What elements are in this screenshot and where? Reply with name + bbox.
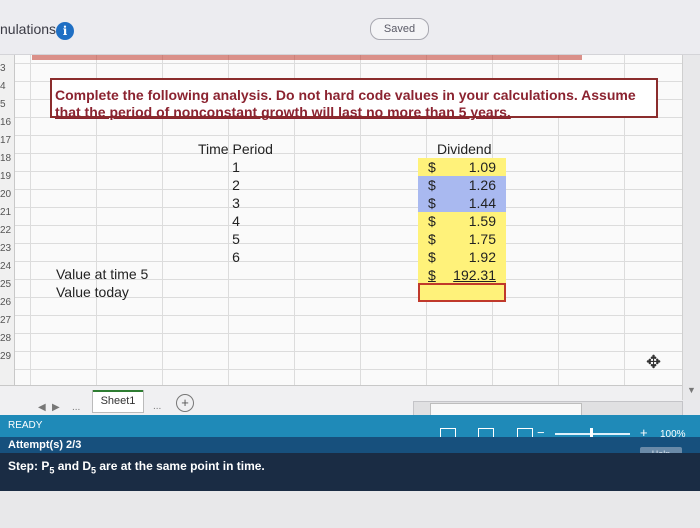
time-period-cell[interactable]: 3 — [221, 195, 251, 211]
currency-symbol: $ — [428, 177, 436, 193]
time-period-cell[interactable]: 2 — [221, 177, 251, 193]
currency-symbol: $ — [428, 267, 436, 283]
row-header[interactable]: 27 — [0, 315, 14, 326]
tab-more[interactable]: ... — [72, 402, 80, 413]
time-period-header[interactable]: Time Period — [198, 141, 273, 157]
currency-symbol: $ — [428, 249, 436, 265]
info-icon[interactable]: i — [56, 22, 74, 40]
row-headers: 3 4 5 16 17 18 19 20 21 22 23 24 25 26 2… — [0, 55, 15, 385]
currency-symbol: $ — [428, 159, 436, 175]
dividend-cell[interactable]: 1.09 — [450, 159, 496, 175]
row-header[interactable]: 16 — [0, 117, 14, 128]
app-title: nulations — [0, 21, 57, 37]
row-header[interactable]: 3 — [0, 63, 14, 74]
time-period-cell[interactable]: 1 — [221, 159, 251, 175]
dividend-header[interactable]: Dividend — [437, 141, 491, 157]
row-header[interactable]: 5 — [0, 99, 14, 110]
cursor-icon: ✥ — [646, 352, 662, 372]
row-header[interactable]: 17 — [0, 135, 14, 146]
instruction-line1: Complete the following analysis. Do not … — [55, 87, 636, 103]
row-header[interactable]: 4 — [0, 81, 14, 92]
dividend-cell[interactable]: 1.59 — [450, 213, 496, 229]
saved-badge: Saved — [370, 18, 429, 40]
dividend-cell[interactable]: 1.75 — [450, 231, 496, 247]
instruction-text: Complete the following analysis. Do not … — [55, 87, 655, 121]
add-sheet-icon[interactable]: + — [176, 394, 194, 412]
horizontal-scrollbar[interactable] — [413, 401, 683, 416]
value-at-time5-cell[interactable]: 192.31 — [450, 267, 496, 283]
instruction-box: Complete the following analysis. Do not … — [50, 78, 658, 121]
vertical-scrollbar[interactable]: ▼ — [682, 55, 700, 400]
row-header[interactable]: 20 — [0, 189, 14, 200]
dividend-cell[interactable]: 1.92 — [450, 249, 496, 265]
attempts-bar: Attempt(s) 2/3 — [0, 437, 700, 453]
row-header[interactable]: 18 — [0, 153, 14, 164]
value-at-time5-label[interactable]: Value at time 5 — [56, 266, 148, 282]
dividend-cell[interactable]: 1.44 — [450, 195, 496, 211]
time-period-cell[interactable]: 4 — [221, 213, 251, 229]
step-text: Step: P5 and D5 are at the same point in… — [8, 459, 265, 476]
row-header[interactable]: 22 — [0, 225, 14, 236]
time-period-cell[interactable]: 6 — [221, 249, 251, 265]
row-header[interactable]: 25 — [0, 279, 14, 290]
row-header[interactable]: 28 — [0, 333, 14, 344]
currency-symbol: $ — [428, 231, 436, 247]
row-header[interactable]: 21 — [0, 207, 14, 218]
selection-highlight — [32, 55, 582, 60]
tab-next-icon[interactable]: ▶ — [52, 402, 60, 413]
row-header[interactable]: 24 — [0, 261, 14, 272]
scroll-down-icon[interactable]: ▼ — [687, 385, 696, 395]
ready-status: READY — [8, 420, 43, 431]
bottom-area — [0, 491, 700, 528]
time-period-cell[interactable]: 5 — [221, 231, 251, 247]
row-header[interactable]: 23 — [0, 243, 14, 254]
value-today-input-cell[interactable] — [418, 283, 506, 302]
tab-prev-icon[interactable]: ◀ — [38, 402, 46, 413]
row-header[interactable]: 19 — [0, 171, 14, 182]
currency-symbol: $ — [428, 195, 436, 211]
tab-sheet1[interactable]: Sheet1 — [92, 390, 144, 413]
top-bar: nulations i Saved — [0, 0, 700, 55]
dividend-cell[interactable]: 1.26 — [450, 177, 496, 193]
tab-more-after[interactable]: ... — [153, 401, 161, 412]
currency-symbol: $ — [428, 213, 436, 229]
value-today-label[interactable]: Value today — [56, 284, 129, 300]
attempts-text: Attempt(s) 2/3 — [8, 439, 82, 451]
row-header[interactable]: 29 — [0, 351, 14, 362]
instruction-line2: that the period of nonconstant growth wi… — [55, 104, 511, 120]
step-bar: Step: P5 and D5 are at the same point in… — [0, 453, 700, 491]
row-header[interactable]: 26 — [0, 297, 14, 308]
